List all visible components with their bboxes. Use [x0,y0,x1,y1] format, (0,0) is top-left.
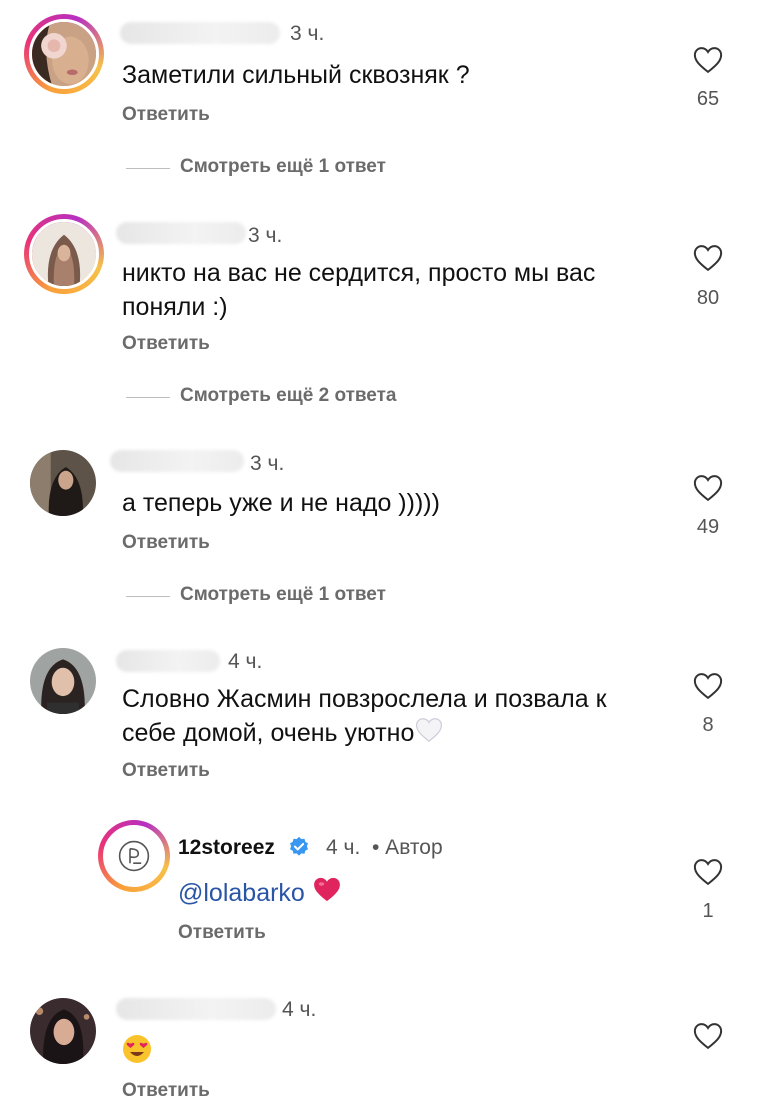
heart-outline-icon [693,475,723,502]
heart-outline-icon [693,1023,723,1050]
avatar[interactable] [30,450,96,516]
author-tag: • Автор [372,836,443,859]
view-more-replies-button[interactable]: Смотреть ещё 1 ответ [126,156,526,180]
verified-badge-icon [290,836,308,856]
view-more-replies-label: Смотреть ещё 2 ответа [180,385,397,406]
like-button[interactable] [688,672,728,700]
divider-line [126,596,170,597]
like-button[interactable] [688,858,728,886]
avatar-photo [30,450,96,516]
like-button[interactable] [688,46,728,74]
heart-outline-icon [693,47,723,74]
like-count: 8 [702,714,714,736]
avatar-photo [32,22,96,86]
avatar[interactable] [30,998,96,1064]
avatar[interactable] [98,820,170,892]
heart-outline-icon [693,673,723,700]
avatar-photo [30,998,96,1064]
red-heart-icon [312,876,342,912]
comment-time: 4 ч. [228,650,263,673]
comment-text: Заметили сильный сквозняк ? [122,61,470,89]
comment-text-line-1: Словно Жасмин повзрослела и позвала к [122,685,607,713]
like-count: 65 [696,88,720,110]
comment-time: 3 ч. [248,224,283,247]
view-more-replies-label: Смотреть ещё 1 ответ [180,156,386,177]
avatar-photo [32,222,96,286]
avatar[interactable] [24,14,104,94]
comment-text-line-2: поняли :) [122,293,228,321]
like-button[interactable] [688,474,728,502]
reply-button[interactable]: Ответить [122,760,210,782]
divider-line [126,168,170,169]
comment-text-line-1: никто на вас не сердится, просто мы вас [122,259,596,287]
divider-line [126,397,170,398]
username-redacted[interactable] [110,450,244,472]
comment-time: 3 ч. [290,22,325,45]
comment-text-line-2: себе домой, очень уютно [122,719,415,747]
brand-logo-icon [106,828,162,884]
reply-button[interactable]: Ответить [178,922,266,944]
username-redacted[interactable] [116,998,276,1020]
comment-time: 4 ч. [326,836,361,859]
comment-text: а теперь уже и не надо ))))) [122,489,440,517]
like-count: 80 [696,287,720,309]
like-button[interactable] [688,244,728,272]
comment-time: 4 ч. [282,998,317,1021]
reply-button[interactable]: Ответить [122,333,210,355]
like-count: 49 [696,516,720,538]
username-redacted[interactable] [116,650,220,672]
comment-time: 3 ч. [250,452,285,475]
heart-outline-icon [693,245,723,272]
avatar[interactable] [30,648,96,714]
like-count: 1 [702,900,714,922]
reply-button[interactable]: Ответить [122,1080,210,1102]
author-username[interactable]: 12storeez [178,836,275,860]
comment-text-line-2-container: себе домой, очень уютно [122,716,444,752]
avatar[interactable] [24,214,104,294]
reply-text: @lolabarko [178,876,342,912]
view-more-replies-button[interactable]: Смотреть ещё 1 ответ [126,584,526,608]
white-heart-icon [414,717,444,752]
like-button[interactable] [688,1022,728,1050]
reply-button[interactable]: Ответить [122,532,210,554]
avatar-photo [30,648,96,714]
username-redacted[interactable] [120,22,280,44]
reply-button[interactable]: Ответить [122,104,210,126]
view-more-replies-label: Смотреть ещё 1 ответ [180,584,386,605]
username-redacted[interactable] [116,222,246,244]
view-more-replies-button[interactable]: Смотреть ещё 2 ответа [126,385,526,409]
heart-outline-icon [693,859,723,886]
mention-link[interactable]: @lolabarko [178,879,305,907]
heart-eyes-face-icon [122,1034,152,1069]
